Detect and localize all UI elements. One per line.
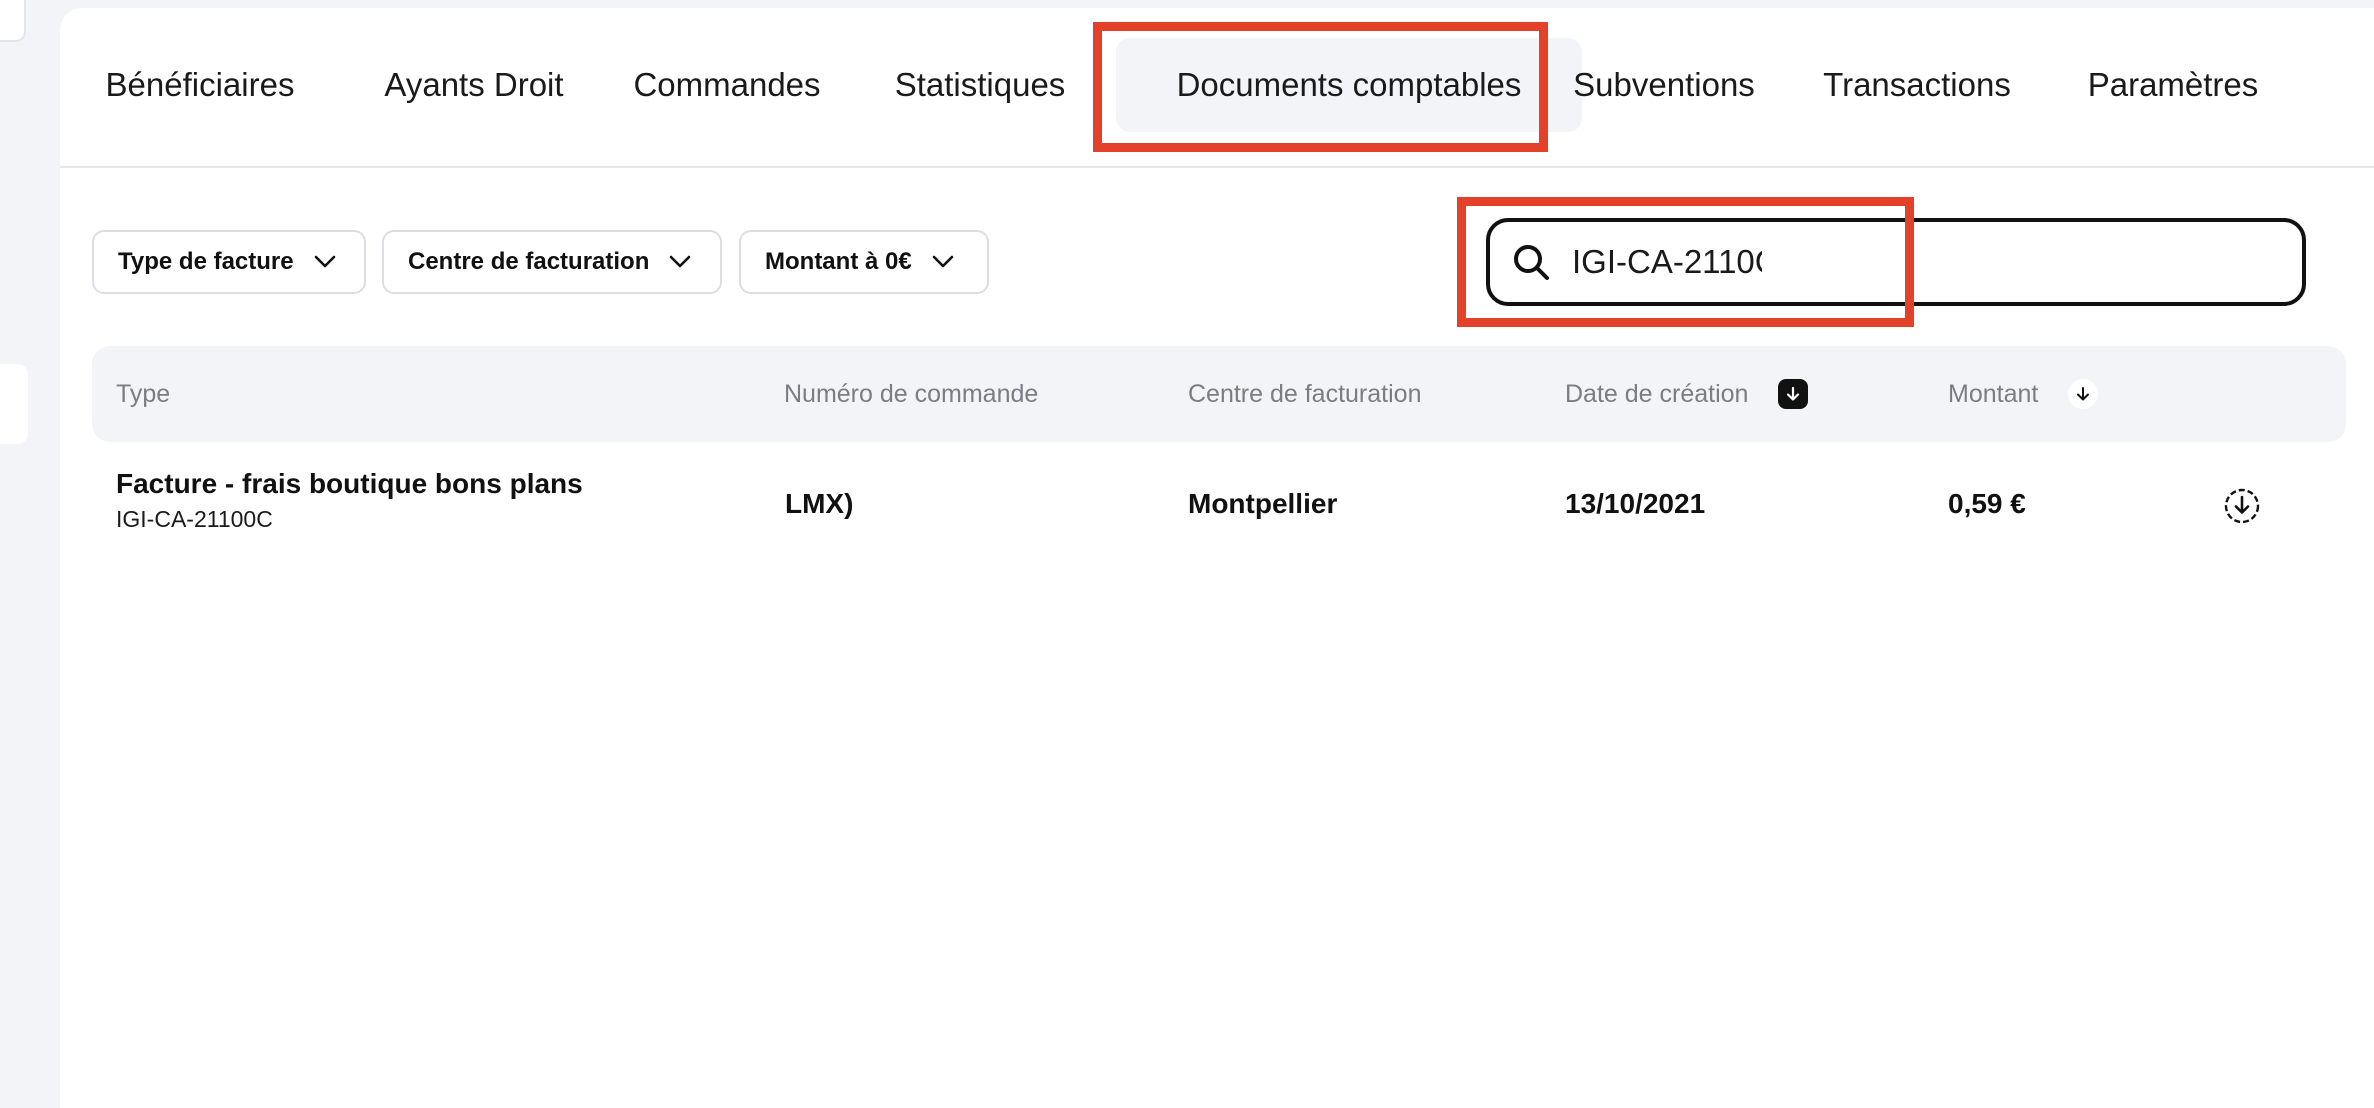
column-header-type-label: Type bbox=[116, 379, 171, 408]
tab-documents-comptables[interactable]: Documents comptables bbox=[1116, 38, 1582, 132]
column-header-creation-date-label: Date de création bbox=[1565, 379, 1749, 408]
invoice-type-filter[interactable]: Type de facture bbox=[92, 230, 366, 294]
tab-commandes[interactable]: Commandes bbox=[620, 38, 834, 132]
tab-transactions[interactable]: Transactions bbox=[1812, 38, 2022, 132]
invoice-type-filter-label: Type de facture bbox=[118, 248, 294, 275]
amount-zero-filter[interactable]: Montant à 0€ bbox=[739, 230, 989, 294]
left-panel-item[interactable] bbox=[0, 364, 28, 444]
download-icon[interactable] bbox=[2222, 486, 2262, 526]
row-reference: IGI-CA-21100C bbox=[116, 506, 273, 532]
chevron-down-icon bbox=[670, 255, 691, 268]
column-header-order-number: Numéro de commande bbox=[784, 346, 1038, 442]
column-header-amount-label: Montant bbox=[1948, 379, 2039, 408]
column-header-order-number-label: Numéro de commande bbox=[784, 379, 1039, 408]
row-amount: 0,59 € bbox=[1948, 488, 2026, 519]
amount-zero-filter-label: Montant à 0€ bbox=[765, 248, 912, 275]
billing-center-filter-label: Centre de facturation bbox=[408, 248, 650, 275]
billing-center-filter[interactable]: Centre de facturation bbox=[382, 230, 722, 294]
row-creation-date: 13/10/2021 bbox=[1565, 488, 1706, 519]
tab-parametres[interactable]: Paramètres bbox=[2058, 38, 2288, 132]
chevron-down-icon bbox=[314, 255, 335, 268]
sort-date-button[interactable] bbox=[1778, 379, 1809, 409]
sort-amount-button[interactable] bbox=[2068, 379, 2099, 409]
search-icon bbox=[1514, 245, 1549, 280]
tab-beneficiaires[interactable]: Bénéficiaires bbox=[106, 38, 295, 132]
column-header-billing-center: Centre de facturation bbox=[1188, 346, 1421, 442]
column-header-type: Type bbox=[116, 346, 170, 442]
left-panel-edge bbox=[0, 0, 26, 42]
arrow-down-icon bbox=[2077, 387, 2090, 401]
tab-ayants-droit[interactable]: Ayants Droit bbox=[378, 38, 570, 132]
arrow-down-icon bbox=[1787, 386, 1800, 401]
table-header: Type Numéro de commande Centre de factur… bbox=[92, 346, 2346, 442]
tab-statistiques[interactable]: Statistiques bbox=[882, 38, 1078, 132]
column-header-billing-center-label: Centre de facturation bbox=[1188, 379, 1422, 408]
column-header-creation-date: Date de création bbox=[1565, 346, 1809, 442]
row-type: Facture - frais boutique bons plans bbox=[116, 468, 583, 499]
column-header-amount: Montant bbox=[1948, 346, 2099, 442]
tab-subventions[interactable]: Subventions bbox=[1560, 38, 1768, 132]
top-navigation: Bénéficiaires Ayants Droit Commandes Sta… bbox=[60, 8, 2374, 168]
main-panel: Bénéficiaires Ayants Droit Commandes Sta… bbox=[60, 8, 2374, 1108]
chevron-down-icon bbox=[932, 255, 953, 268]
table-row[interactable]: Facture - frais boutique bons plans IGI-… bbox=[92, 458, 2346, 568]
search-input[interactable] bbox=[1572, 243, 1762, 281]
row-billing-center: Montpellier bbox=[1188, 488, 1338, 519]
row-order-number: LMX) bbox=[785, 488, 854, 519]
search-bar[interactable] bbox=[1486, 218, 2306, 306]
